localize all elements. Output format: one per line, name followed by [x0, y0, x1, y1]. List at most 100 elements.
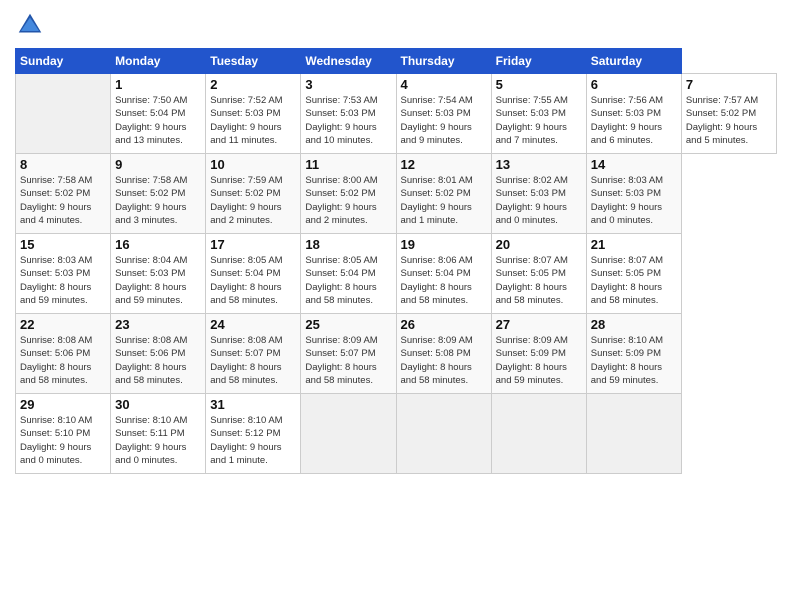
calendar-week-0: 1 Sunrise: 7:50 AMSunset: 5:04 PMDaylight… — [16, 74, 777, 154]
day-number: 5 — [496, 77, 582, 92]
day-info: Sunrise: 8:03 AMSunset: 5:03 PMDaylight:… — [20, 254, 106, 307]
calendar-cell: 22 Sunrise: 8:08 AMSunset: 5:06 PMDayligh… — [16, 314, 111, 394]
day-info: Sunrise: 8:09 AMSunset: 5:07 PMDaylight:… — [305, 334, 391, 387]
calendar-cell — [491, 394, 586, 474]
header-cell-wednesday: Wednesday — [301, 49, 396, 74]
day-info: Sunrise: 8:08 AMSunset: 5:07 PMDaylight:… — [210, 334, 296, 387]
day-number: 3 — [305, 77, 391, 92]
calendar-cell — [396, 394, 491, 474]
day-number: 8 — [20, 157, 106, 172]
calendar-cell: 4 Sunrise: 7:54 AMSunset: 5:03 PMDaylight… — [396, 74, 491, 154]
day-number: 14 — [591, 157, 677, 172]
calendar-cell: 18 Sunrise: 8:05 AMSunset: 5:04 PMDayligh… — [301, 234, 396, 314]
calendar-cell: 14 Sunrise: 8:03 AMSunset: 5:03 PMDayligh… — [586, 154, 681, 234]
day-info: Sunrise: 8:07 AMSunset: 5:05 PMDaylight:… — [496, 254, 582, 307]
calendar-week-1: 8 Sunrise: 7:58 AMSunset: 5:02 PMDaylight… — [16, 154, 777, 234]
calendar-cell: 13Sunrise: 8:02 AMSunset: 5:03 PMDayligh… — [491, 154, 586, 234]
calendar-cell: 31Sunrise: 8:10 AMSunset: 5:12 PMDayligh… — [206, 394, 301, 474]
day-info: Sunrise: 7:55 AMSunset: 5:03 PMDaylight:… — [496, 94, 582, 147]
day-number: 10 — [210, 157, 296, 172]
day-number: 4 — [401, 77, 487, 92]
day-info: Sunrise: 7:56 AMSunset: 5:03 PMDaylight:… — [591, 94, 677, 147]
day-number: 23 — [115, 317, 201, 332]
day-info: Sunrise: 8:07 AMSunset: 5:05 PMDaylight:… — [591, 254, 677, 307]
calendar-week-2: 15 Sunrise: 8:03 AMSunset: 5:03 PMDayligh… — [16, 234, 777, 314]
day-number: 13 — [496, 157, 582, 172]
day-info: Sunrise: 8:01 AMSunset: 5:02 PMDaylight:… — [401, 174, 487, 227]
calendar-cell: 9 Sunrise: 7:58 AMSunset: 5:02 PMDaylight… — [111, 154, 206, 234]
main-container: SundayMondayTuesdayWednesdayThursdayFrid… — [0, 0, 792, 484]
day-info: Sunrise: 7:57 AMSunset: 5:02 PMDaylight:… — [686, 94, 772, 147]
day-number: 30 — [115, 397, 201, 412]
day-number: 2 — [210, 77, 296, 92]
day-number: 29 — [20, 397, 106, 412]
day-info: Sunrise: 7:50 AMSunset: 5:04 PMDaylight:… — [115, 94, 201, 147]
day-info: Sunrise: 7:59 AMSunset: 5:02 PMDaylight:… — [210, 174, 296, 227]
day-info: Sunrise: 8:10 AMSunset: 5:11 PMDaylight:… — [115, 414, 201, 467]
day-info: Sunrise: 7:58 AMSunset: 5:02 PMDaylight:… — [115, 174, 201, 227]
header-cell-sunday: Sunday — [16, 49, 111, 74]
calendar-cell: 10 Sunrise: 7:59 AMSunset: 5:02 PMDayligh… — [206, 154, 301, 234]
day-number: 22 — [20, 317, 106, 332]
calendar-cell: 20 Sunrise: 8:07 AMSunset: 5:05 PMDayligh… — [491, 234, 586, 314]
calendar-cell: 28Sunrise: 8:10 AMSunset: 5:09 PMDayligh… — [586, 314, 681, 394]
calendar-table: SundayMondayTuesdayWednesdayThursdayFrid… — [15, 48, 777, 474]
day-number: 27 — [496, 317, 582, 332]
day-info: Sunrise: 8:05 AMSunset: 5:04 PMDaylight:… — [305, 254, 391, 307]
calendar-cell: 3 Sunrise: 7:53 AMSunset: 5:03 PMDaylight… — [301, 74, 396, 154]
day-info: Sunrise: 8:10 AMSunset: 5:10 PMDaylight:… — [20, 414, 106, 467]
day-info: Sunrise: 8:06 AMSunset: 5:04 PMDaylight:… — [401, 254, 487, 307]
day-number: 28 — [591, 317, 677, 332]
day-number: 25 — [305, 317, 391, 332]
header-cell-monday: Monday — [111, 49, 206, 74]
calendar-cell: 15 Sunrise: 8:03 AMSunset: 5:03 PMDayligh… — [16, 234, 111, 314]
day-number: 1 — [115, 77, 201, 92]
day-info: Sunrise: 7:54 AMSunset: 5:03 PMDaylight:… — [401, 94, 487, 147]
day-info: Sunrise: 8:09 AMSunset: 5:08 PMDaylight:… — [401, 334, 487, 387]
logo — [15, 10, 49, 40]
day-info: Sunrise: 7:53 AMSunset: 5:03 PMDaylight:… — [305, 94, 391, 147]
calendar-cell — [16, 74, 111, 154]
calendar-cell: 21 Sunrise: 8:07 AMSunset: 5:05 PMDayligh… — [586, 234, 681, 314]
header-cell-friday: Friday — [491, 49, 586, 74]
day-info: Sunrise: 8:10 AMSunset: 5:12 PMDaylight:… — [210, 414, 296, 467]
calendar-cell: 11 Sunrise: 8:00 AMSunset: 5:02 PMDayligh… — [301, 154, 396, 234]
calendar-cell: 8 Sunrise: 7:58 AMSunset: 5:02 PMDaylight… — [16, 154, 111, 234]
day-number: 15 — [20, 237, 106, 252]
day-info: Sunrise: 8:03 AMSunset: 5:03 PMDaylight:… — [591, 174, 677, 227]
day-info: Sunrise: 7:58 AMSunset: 5:02 PMDaylight:… — [20, 174, 106, 227]
day-info: Sunrise: 7:52 AMSunset: 5:03 PMDaylight:… — [210, 94, 296, 147]
header-area — [15, 10, 777, 40]
calendar-cell: 23Sunrise: 8:08 AMSunset: 5:06 PMDayligh… — [111, 314, 206, 394]
calendar-week-4: 29 Sunrise: 8:10 AMSunset: 5:10 PMDayligh… — [16, 394, 777, 474]
calendar-cell: 16 Sunrise: 8:04 AMSunset: 5:03 PMDayligh… — [111, 234, 206, 314]
day-number: 18 — [305, 237, 391, 252]
day-number: 11 — [305, 157, 391, 172]
calendar-cell: 25 Sunrise: 8:09 AMSunset: 5:07 PMDayligh… — [301, 314, 396, 394]
day-number: 12 — [401, 157, 487, 172]
header-cell-thursday: Thursday — [396, 49, 491, 74]
calendar-cell: 29 Sunrise: 8:10 AMSunset: 5:10 PMDayligh… — [16, 394, 111, 474]
calendar-week-3: 22 Sunrise: 8:08 AMSunset: 5:06 PMDayligh… — [16, 314, 777, 394]
day-number: 6 — [591, 77, 677, 92]
day-info: Sunrise: 8:04 AMSunset: 5:03 PMDaylight:… — [115, 254, 201, 307]
day-number: 17 — [210, 237, 296, 252]
header-row: SundayMondayTuesdayWednesdayThursdayFrid… — [16, 49, 777, 74]
calendar-cell: 5 Sunrise: 7:55 AMSunset: 5:03 PMDaylight… — [491, 74, 586, 154]
day-info: Sunrise: 8:00 AMSunset: 5:02 PMDaylight:… — [305, 174, 391, 227]
day-number: 21 — [591, 237, 677, 252]
day-info: Sunrise: 8:08 AMSunset: 5:06 PMDaylight:… — [20, 334, 106, 387]
day-number: 16 — [115, 237, 201, 252]
day-number: 9 — [115, 157, 201, 172]
calendar-cell: 7 Sunrise: 7:57 AMSunset: 5:02 PMDaylight… — [681, 74, 776, 154]
calendar-cell: 12 Sunrise: 8:01 AMSunset: 5:02 PMDayligh… — [396, 154, 491, 234]
calendar-cell: 26Sunrise: 8:09 AMSunset: 5:08 PMDayligh… — [396, 314, 491, 394]
calendar-cell — [586, 394, 681, 474]
calendar-cell: 19Sunrise: 8:06 AMSunset: 5:04 PMDayligh… — [396, 234, 491, 314]
calendar-cell: 17 Sunrise: 8:05 AMSunset: 5:04 PMDayligh… — [206, 234, 301, 314]
day-number: 20 — [496, 237, 582, 252]
day-info: Sunrise: 8:05 AMSunset: 5:04 PMDaylight:… — [210, 254, 296, 307]
calendar-cell — [301, 394, 396, 474]
calendar-body: 1 Sunrise: 7:50 AMSunset: 5:04 PMDaylight… — [16, 74, 777, 474]
day-number: 7 — [686, 77, 772, 92]
